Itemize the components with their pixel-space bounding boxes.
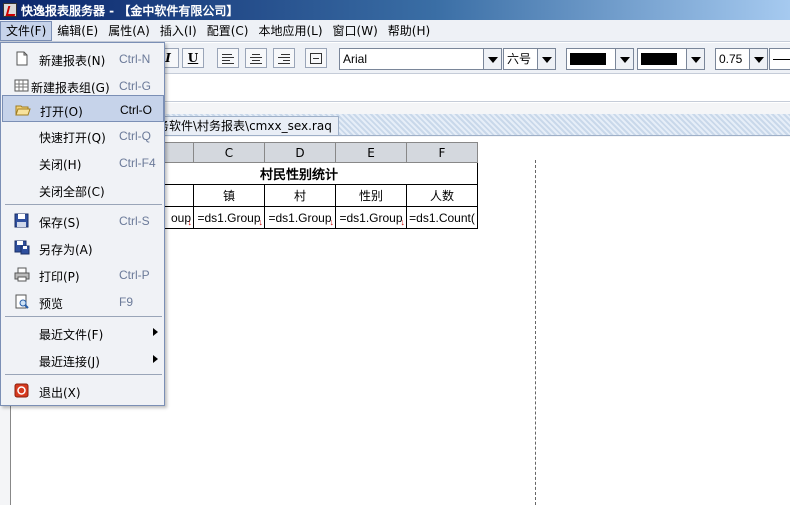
window-title: 快逸报表服务器 - 【金中软件有限公司】 (21, 3, 239, 18)
formula-cell[interactable]: =ds1.Group ↓ (193, 206, 265, 229)
line-style-select[interactable] (769, 48, 790, 70)
menu-properties[interactable]: 属性(A) (103, 21, 155, 41)
menu-item-close-all[interactable]: 关闭全部(C) (2, 176, 164, 203)
menu-local-app[interactable]: 本地应用(L) (253, 21, 327, 41)
menu-item-preview[interactable]: 预览 F9 (2, 288, 164, 315)
formula-text: =ds1.Group (339, 210, 403, 225)
menu-separator (5, 316, 162, 317)
expand-marker-icon: ↓ (258, 217, 264, 227)
menu-help[interactable]: 帮助(H) (383, 21, 435, 41)
menu-item-quick-open[interactable]: 快速打开(Q) Ctrl-Q (2, 122, 164, 149)
new-doc-icon (16, 51, 28, 66)
menu-insert[interactable]: 插入(I) (155, 21, 202, 41)
menu-item-recent-files[interactable]: 最近文件(F) (2, 319, 164, 346)
header-cell-town[interactable]: 镇 (193, 184, 265, 207)
chevron-right-icon (153, 355, 158, 363)
save-as-icon (14, 240, 30, 255)
menu-item-exit[interactable]: 退出(X) (2, 377, 164, 404)
menu-edit[interactable]: 编辑(E) (52, 21, 103, 41)
header-cell-count[interactable]: 人数 (406, 184, 478, 207)
chevron-down-icon[interactable] (615, 49, 633, 69)
report-group-icon (14, 79, 29, 92)
column-header-f[interactable]: F (406, 142, 478, 163)
chevron-down-icon[interactable] (749, 49, 767, 69)
fore-color-swatch (570, 53, 606, 65)
expand-marker-icon: ↓ (329, 217, 335, 227)
preview-icon (15, 294, 29, 309)
merge-cells-button[interactable] (305, 48, 327, 68)
underline-button[interactable]: U (182, 48, 204, 68)
back-color-select[interactable] (637, 48, 705, 70)
report-title-cell[interactable]: 村民性别统计 (120, 162, 478, 185)
column-header-c[interactable]: C (193, 142, 265, 163)
header-cell-village[interactable]: 村 (264, 184, 336, 207)
menu-item-print[interactable]: 打印(P) Ctrl-P (2, 261, 164, 288)
formula-text: =ds1.Group (197, 210, 261, 225)
fore-color-select[interactable] (566, 48, 634, 70)
menu-item-open[interactable]: 打开(O) Ctrl-O (2, 95, 164, 122)
formula-text: =ds1.Group (268, 210, 332, 225)
chevron-down-icon[interactable] (537, 49, 555, 69)
save-icon (14, 213, 29, 228)
chevron-right-icon (153, 328, 158, 336)
expand-marker-icon: ↓ (400, 217, 406, 227)
line-style-icon (773, 59, 790, 60)
font-family-value: Arial (343, 52, 368, 66)
column-header-d[interactable]: D (264, 142, 336, 163)
align-left-button[interactable] (217, 48, 239, 68)
column-header-e[interactable]: E (335, 142, 407, 163)
printer-icon (14, 267, 30, 282)
font-family-select[interactable]: Arial (339, 48, 502, 70)
open-folder-icon (15, 105, 31, 116)
header-cell-gender[interactable]: 性别 (335, 184, 407, 207)
page-boundary-line (535, 160, 536, 505)
align-right-button[interactable] (273, 48, 295, 68)
align-center-button[interactable] (245, 48, 267, 68)
menu-bar: 文件(F) 编辑(E) 属性(A) 插入(I) 配置(C) 本地应用(L) 窗口… (0, 20, 790, 42)
menu-item-save[interactable]: 保存(S) Ctrl-S (2, 207, 164, 234)
menu-item-recent-connections[interactable]: 最近连接(J) (2, 346, 164, 373)
line-width-value: 0.75 (719, 52, 743, 66)
align-center-icon (252, 54, 260, 55)
align-left-icon (222, 54, 232, 55)
formula-cell[interactable]: =ds1.Group ↓ (264, 206, 336, 229)
title-bar: 快逸报表服务器 - 【金中软件有限公司】 (0, 0, 790, 20)
chevron-down-icon[interactable] (483, 49, 501, 69)
menu-item-new-report[interactable]: 新建报表(N) Ctrl-N (2, 45, 164, 72)
document-tab[interactable]: 务软件\村务报表\cmxx_sex.raq (150, 116, 339, 135)
app-logo-icon (3, 3, 17, 17)
file-menu-dropdown: 新建报表(N) Ctrl-N 新建报表组(G) Ctrl-G 打开(O) Ctr… (0, 42, 165, 406)
align-right-icon (281, 54, 290, 55)
font-size-value: 六号 (507, 52, 532, 66)
menu-window[interactable]: 窗口(W) (328, 21, 383, 41)
menu-item-save-as[interactable]: 另存为(A) (2, 234, 164, 261)
menu-item-close[interactable]: 关闭(H) Ctrl-F4 (2, 149, 164, 176)
menu-separator (5, 374, 162, 375)
expand-marker-icon: ↓ (187, 217, 193, 227)
menu-separator (5, 204, 162, 205)
formula-cell[interactable]: =ds1.Group ↓ (335, 206, 407, 229)
back-color-swatch (641, 53, 677, 65)
line-width-select[interactable]: 0.75 (715, 48, 768, 70)
menu-config[interactable]: 配置(C) (202, 21, 254, 41)
exit-icon (14, 383, 29, 398)
menu-file[interactable]: 文件(F) (0, 20, 53, 41)
report-grid[interactable]: C D E F 村民性别统计 镇 村 性别 人数 oup ↓ =ds1.Group… (120, 142, 478, 229)
font-size-select[interactable]: 六号 (503, 48, 556, 70)
chevron-down-icon[interactable] (686, 49, 704, 69)
formula-cell[interactable]: =ds1.Count( (406, 206, 478, 229)
